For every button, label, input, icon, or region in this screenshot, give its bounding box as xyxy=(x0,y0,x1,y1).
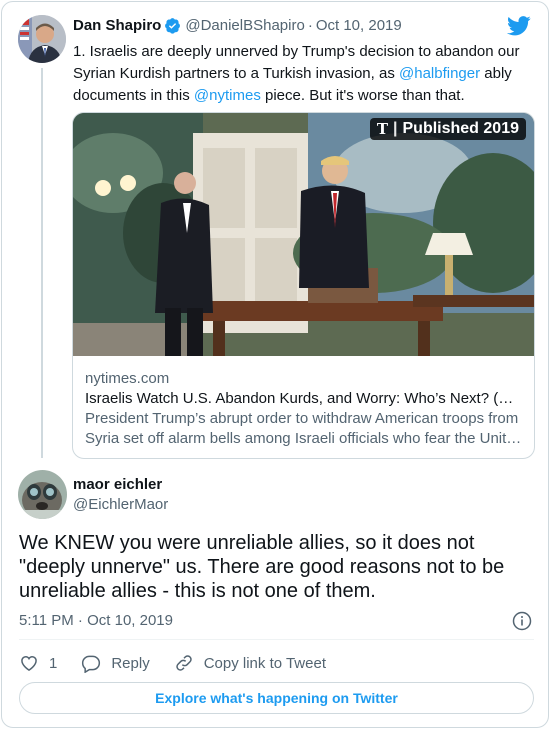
nyt-logo: T xyxy=(376,120,389,138)
parent-handle[interactable]: @DanielBShapiro xyxy=(185,17,304,34)
parent-text-part: piece. But it's worse than that. xyxy=(260,87,465,104)
parent-tweet-text: 1. Israelis are deeply unnerved by Trump… xyxy=(73,41,523,107)
twitter-bird-icon[interactable] xyxy=(507,16,531,36)
like-count: 1 xyxy=(49,654,58,672)
badge-separator: | xyxy=(393,120,398,137)
person-avatar-photo xyxy=(18,15,66,63)
copy-link-label: Copy link to Tweet xyxy=(203,654,326,672)
reply-label: Reply xyxy=(111,654,150,672)
copy-link-button[interactable]: Copy link to Tweet xyxy=(174,653,326,673)
heart-icon xyxy=(21,655,37,671)
published-badge: T | Published 2019 xyxy=(369,118,526,140)
reply-tweet-text: We KNEW you were unreliable allies, so i… xyxy=(19,532,505,602)
reply-timestamp[interactable]: 5:11 PM · Oct 10, 2019 xyxy=(19,612,173,629)
parent-display-name[interactable]: Dan Shapiro xyxy=(73,17,161,34)
tweet-embed-card: Dan Shapiro @DanielBShapiro · Oct 10, 20… xyxy=(1,1,549,728)
reply-display-name[interactable]: maor eichler xyxy=(73,476,162,493)
link-description-line: President Trump’s abrupt order to withdr… xyxy=(85,410,519,427)
dog-avatar-photo xyxy=(18,470,67,519)
badge-text: Published 2019 xyxy=(402,120,520,137)
reply-author-avatar[interactable] xyxy=(18,470,67,519)
info-icon[interactable] xyxy=(512,611,532,631)
like-button[interactable]: 1 xyxy=(19,653,57,673)
thread-connector-line xyxy=(41,68,43,458)
mention-link-nytimes[interactable]: @nytimes xyxy=(194,87,261,104)
meta-separator: · xyxy=(77,612,83,629)
link-card-meta: nytimes.com Israelis Watch U.S. Abandon … xyxy=(85,369,525,449)
reply-button[interactable]: Reply xyxy=(81,653,150,673)
mention-link-halbfinger[interactable]: @halbfinger xyxy=(399,65,480,82)
reply-date: Oct 10, 2019 xyxy=(87,612,173,629)
reply-time: 5:11 PM xyxy=(19,612,74,629)
parent-tweet-header: Dan Shapiro @DanielBShapiro · Oct 10, 20… xyxy=(73,17,402,34)
link-title: Israelis Watch U.S. Abandon Kurds, and W… xyxy=(85,390,514,407)
header-separator: · xyxy=(307,17,313,34)
parent-author-avatar[interactable] xyxy=(18,15,66,63)
link-preview-card[interactable]: T | Published 2019 nytimes.com Israelis … xyxy=(72,112,535,459)
reply-bubble-icon xyxy=(82,655,101,673)
explore-twitter-button[interactable]: Explore what's happening on Twitter xyxy=(19,682,534,714)
link-icon xyxy=(175,655,192,671)
verified-badge-icon xyxy=(165,18,181,34)
reply-handle[interactable]: @EichlerMaor xyxy=(73,496,168,513)
parent-date[interactable]: Oct 10, 2019 xyxy=(316,17,402,34)
actions-divider xyxy=(19,639,534,640)
article-photo xyxy=(73,113,534,356)
link-domain: nytimes.com xyxy=(85,370,170,387)
tweet-actions-bar: 1 Reply Copy link to Tweet xyxy=(19,652,350,674)
link-description-line: Syria set off alarm bells among Israeli … xyxy=(85,430,522,447)
